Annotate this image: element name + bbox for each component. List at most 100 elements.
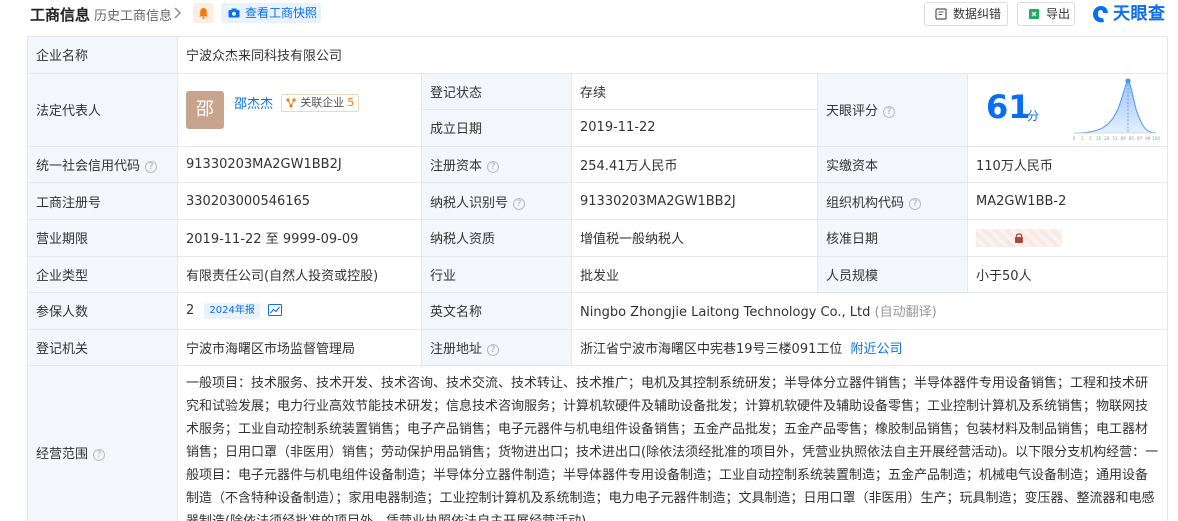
- avatar[interactable]: 邵: [186, 90, 224, 129]
- table-row: 企业类型 有限责任公司(自然人投资或控股) 行业 批发业 人员规模 小于50人: [27, 255, 1169, 294]
- address-cell: 浙江省宁波市海曙区中宪巷19号三楼091工位 附近公司: [570, 328, 1169, 367]
- tax-quality-value: 增值税一般纳税人: [571, 218, 818, 257]
- insured-label: 参保人数: [27, 292, 178, 330]
- score-tick-label: 1: [1081, 136, 1084, 141]
- feedback-icon: [935, 8, 947, 20]
- score-value: 61: [986, 87, 1031, 126]
- authority-value: 宁波市海曙区市场监督管理局: [177, 328, 422, 367]
- scope-label: 经营范围: [36, 447, 89, 463]
- score-tick-label: 100: [1152, 136, 1160, 141]
- company-name-label: 企业名称: [27, 36, 178, 74]
- score-label: 天眼评分: [826, 104, 879, 120]
- export-button[interactable]: 导出: [1017, 2, 1075, 26]
- score-tick-label: 28: [1104, 136, 1110, 141]
- help-icon[interactable]: ?: [513, 197, 526, 210]
- help-icon[interactable]: ?: [93, 449, 106, 462]
- approval-date-label: 核准日期: [817, 218, 968, 257]
- help-icon[interactable]: ?: [883, 106, 896, 119]
- section-header: 工商信息 历史工商信息 查看工商快照 数据纠错 导出 天眼查: [0, 0, 1178, 28]
- history-link[interactable]: 历史工商信息: [94, 5, 172, 24]
- reg-no-value: 330203000546165: [177, 182, 422, 220]
- score-distribution-chart: 0 1 5 15 28 51 69 85 97 99 100: [1073, 77, 1160, 141]
- legal-rep-name[interactable]: 邵杰杰: [234, 93, 273, 112]
- scope-label-cell: 经营范围?: [27, 365, 178, 521]
- score-tick-label: 97: [1137, 136, 1143, 141]
- related-count: 5: [347, 95, 355, 109]
- company-name-value: 宁波众杰来同科技有限公司: [176, 36, 1169, 74]
- paid-capital-value: 110万人民币: [966, 145, 1169, 184]
- table-row: 企业名称 宁波众杰来同科技有限公司: [27, 36, 1169, 74]
- org-code-label: 组织机构代码: [826, 195, 905, 211]
- reg-status-label: 登记状态: [421, 72, 572, 111]
- score-cell[interactable]: 61 分 0 1 5 15 28 51 69 85 97 99 100: [966, 72, 1169, 147]
- paid-capital-label: 实缴资本: [817, 145, 968, 184]
- score-tick-label: 5: [1089, 136, 1092, 141]
- scope-value: 一般项目：技术服务、技术开发、技术咨询、技术交流、技术转让、技术推广；电机及其控…: [176, 365, 1169, 521]
- english-name-label: 英文名称: [421, 292, 572, 330]
- score-ticks: 0 1 5 15 28 51 69 85 97 99 100: [1073, 136, 1160, 141]
- tianyancha-logo: 天眼查: [1091, 3, 1166, 25]
- locked-value[interactable]: [976, 228, 1062, 247]
- table-row: 工商注册号 330203000546165 纳税人识别号? 91330203MA…: [27, 182, 1169, 220]
- credit-code-label-cell: 统一社会信用代码?: [27, 145, 178, 184]
- english-name-cell: Ningbo Zhongjie Laitong Technology Co., …: [570, 292, 1169, 330]
- data-error-label: 数据纠错: [953, 7, 1002, 21]
- industry-label: 行业: [421, 255, 572, 294]
- reg-no-label: 工商注册号: [27, 182, 178, 220]
- lock-icon: [1015, 233, 1023, 243]
- type-value: 有限责任公司(自然人投资或控股): [177, 255, 422, 294]
- address-value: 浙江省宁波市海曙区中宪巷19号三楼091工位: [580, 342, 843, 358]
- score-tick-label: 15: [1096, 136, 1102, 141]
- reg-capital-label: 注册资本: [430, 159, 483, 175]
- score-tick-label: 51: [1112, 136, 1118, 141]
- industry-value: 批发业: [571, 255, 818, 294]
- auto-translate-note: (自动翻译): [874, 305, 937, 321]
- reg-capital-value: 254.41万人民币: [571, 145, 818, 184]
- table-row: 法定代表人 邵 邵杰杰 关联企业 5 登记状态 存续 天眼评分? 61 分 0 …: [27, 72, 1169, 147]
- help-icon[interactable]: ?: [909, 197, 922, 210]
- snapshot-label: 查看工商快照: [245, 6, 318, 20]
- org-code-label-cell: 组织机构代码?: [817, 182, 968, 220]
- help-icon[interactable]: ?: [145, 161, 158, 174]
- trend-chart-icon[interactable]: [268, 303, 283, 316]
- export-label: 导出: [1046, 7, 1071, 21]
- tax-id-label-cell: 纳税人识别号?: [421, 182, 572, 220]
- established-value: 2019-11-22: [571, 109, 818, 147]
- logo-text: 天眼查: [1113, 4, 1166, 24]
- business-info-table: 企业名称 宁波众杰来同科技有限公司 法定代表人 邵 邵杰杰 关联企业 5 登记状态…: [27, 36, 1169, 521]
- related-label: 关联企业: [300, 95, 345, 109]
- score-tick-label: 69: [1121, 136, 1127, 141]
- authority-label: 登记机关: [27, 328, 178, 367]
- score-tick-label: 99: [1145, 136, 1151, 141]
- table-row: 营业期限 2019-11-22 至 9999-09-09 纳税人资质 增值税一般…: [27, 218, 1169, 257]
- network-icon: [286, 98, 296, 108]
- term-value: 2019-11-22 至 9999-09-09: [177, 218, 422, 257]
- table-row: 经营范围? 一般项目：技术服务、技术开发、技术咨询、技术交流、技术转让、技术推广…: [27, 365, 1169, 521]
- chevron-right-icon[interactable]: [173, 6, 183, 20]
- data-error-button[interactable]: 数据纠错: [924, 2, 1008, 26]
- table-row: 参保人数 2 2024年报 英文名称 Ningbo Zhongjie Laito…: [27, 292, 1169, 330]
- approval-date-cell: [966, 218, 1169, 257]
- snapshot-button[interactable]: 查看工商快照: [221, 3, 321, 23]
- monitor-bell-button[interactable]: [193, 3, 214, 23]
- camera-icon: [228, 8, 240, 18]
- logo-icon: [1093, 6, 1108, 23]
- score-tick-label: 0: [1073, 136, 1076, 141]
- section-title: 工商信息: [30, 6, 91, 24]
- legal-rep-label: 法定代表人: [27, 72, 178, 147]
- reg-status-value: 存续: [571, 72, 818, 111]
- nearby-companies-link[interactable]: 附近公司: [851, 342, 903, 357]
- help-icon[interactable]: ?: [487, 344, 500, 357]
- type-label: 企业类型: [27, 255, 178, 294]
- insured-value: 2: [186, 302, 195, 318]
- annual-report-badge[interactable]: 2024年报: [204, 302, 260, 319]
- score-tick-label: 85: [1129, 136, 1135, 141]
- tax-quality-label: 纳税人资质: [421, 218, 572, 257]
- table-row: 统一社会信用代码? 91330203MA2GW1BB2J 注册资本? 254.4…: [27, 145, 1169, 184]
- bell-icon: [199, 8, 208, 19]
- related-companies-tag[interactable]: 关联企业 5: [281, 93, 360, 112]
- help-icon[interactable]: ?: [487, 161, 500, 174]
- credit-code-value: 91330203MA2GW1BB2J: [177, 145, 422, 184]
- insured-cell: 2 2024年报: [177, 292, 422, 330]
- tax-id-value: 91330203MA2GW1BB2J: [571, 182, 818, 220]
